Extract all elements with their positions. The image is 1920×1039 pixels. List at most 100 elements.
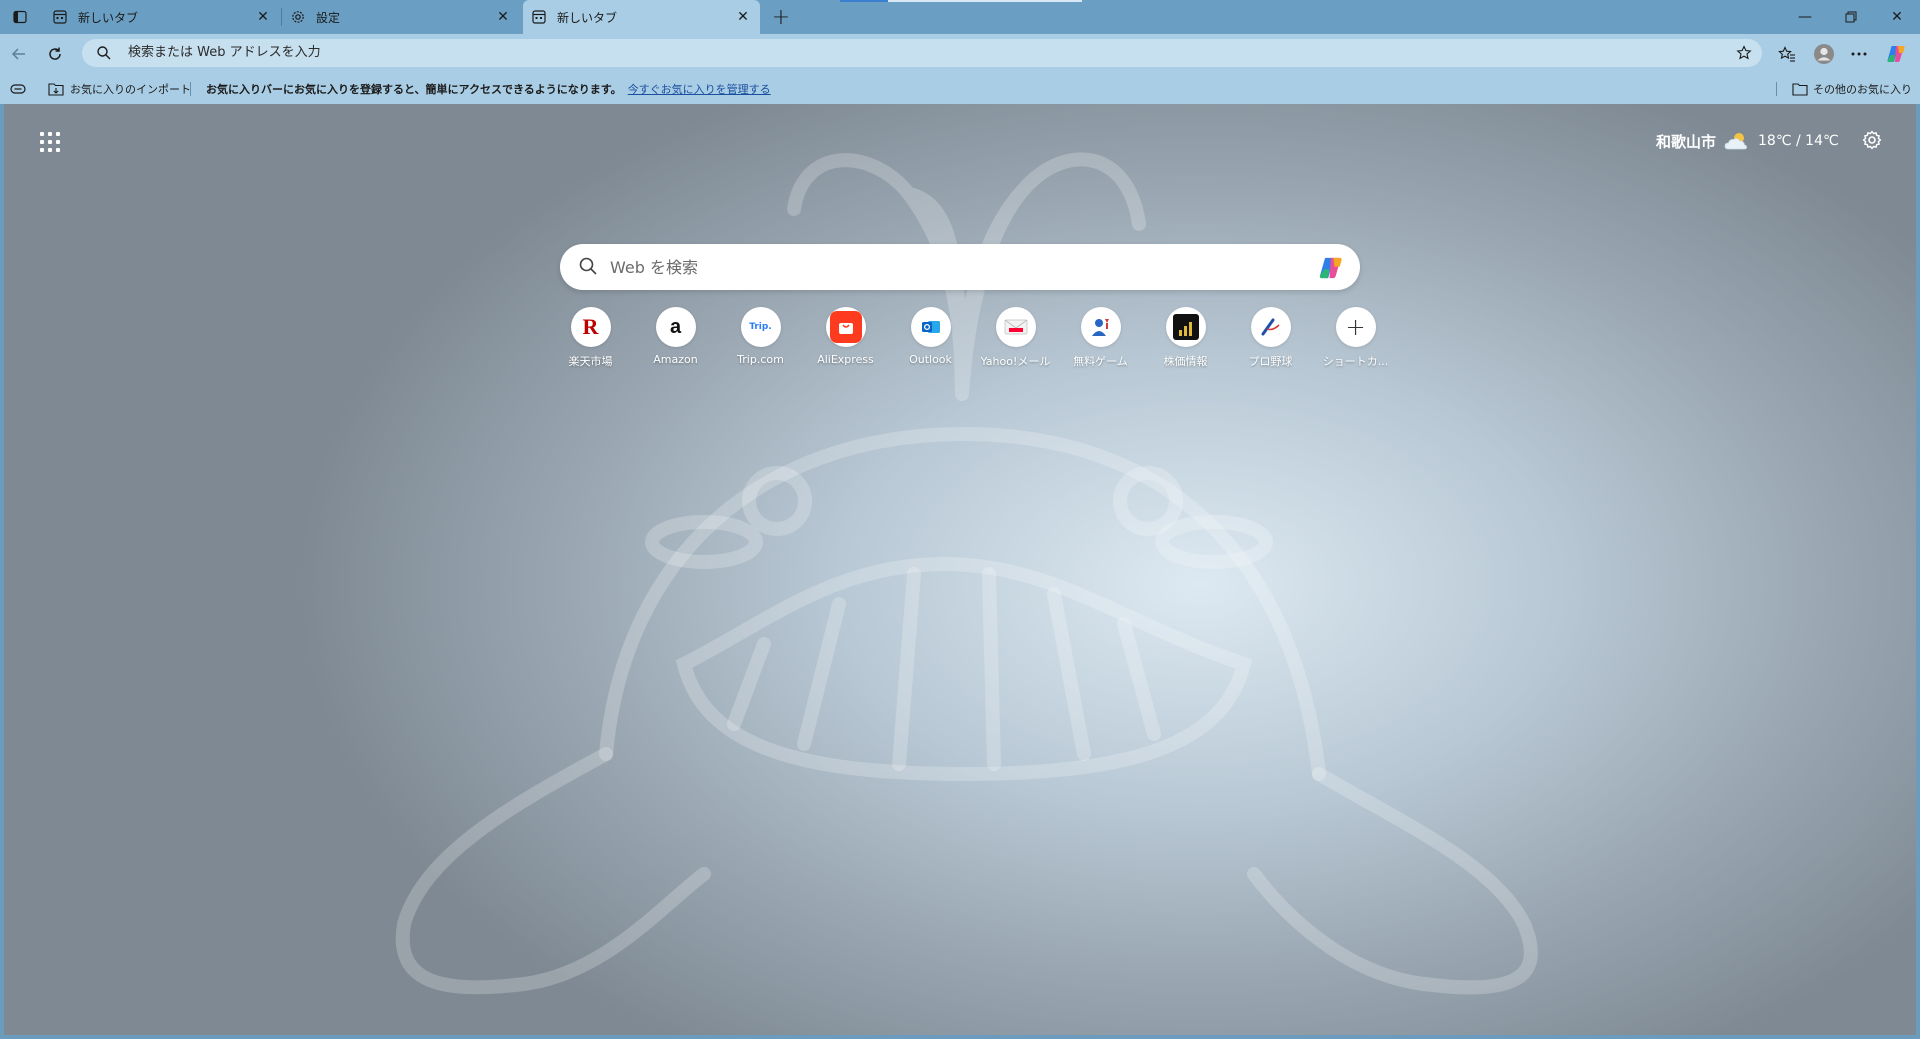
shortcut-games[interactable]: 無料ゲーム [1058,307,1143,373]
add-shortcut-button[interactable]: + ショートカ... [1313,307,1398,373]
tab-settings[interactable]: 設定 ✕ [282,0,520,34]
folder-icon [1792,83,1808,96]
minimize-icon: — [1798,9,1812,25]
tab-title: 新しいタブ [557,10,618,25]
grid-dot [40,140,44,144]
apps-launcher-button[interactable] [34,126,62,154]
import-favorites-label: お気に入りのインポート [70,83,191,96]
grid-dot [56,132,60,136]
other-favorites-label: その他のお気に入り [1813,83,1912,96]
other-favorites-button[interactable]: その他のお気に入り [1792,74,1912,104]
grid-dot [56,140,60,144]
bookmarks-divider [190,82,191,96]
copilot-icon[interactable] [1318,254,1346,282]
search-icon [97,46,111,60]
reading-view-button[interactable] [10,74,26,104]
tab-actions-icon [13,10,27,24]
page-settings-button[interactable] [1858,126,1886,154]
more-icon [1851,52,1867,56]
plus-icon: + [771,4,791,30]
shortcut-label: 楽天市場 [568,355,613,368]
close-icon[interactable]: ✕ [494,8,512,26]
star-icon [1736,45,1752,60]
baseball-icon [1250,307,1291,347]
shortcut-label: Trip.com [737,353,784,366]
quick-links: R 楽天市場 a Amazon Trip. Trip.com AliExpres… [548,307,1388,373]
yahoo-mail-icon [995,307,1036,347]
grid-dot [48,148,52,152]
avatar [1814,44,1834,64]
shortcut-trip[interactable]: Trip. Trip.com [718,307,803,373]
tab-new-tab-1[interactable]: 新しいタブ ✕ [44,0,280,34]
restore-button[interactable] [1828,0,1874,34]
toolbar: 検索または Web アドレスを入力 [0,34,1920,74]
restore-icon [1845,11,1857,23]
tab-title: 新しいタブ [78,10,139,25]
refresh-icon [49,47,61,60]
shortcut-baseball[interactable]: プロ野球 [1228,307,1313,373]
amazon-icon: a [655,307,696,347]
address-bar-placeholder: 検索または Web アドレスを入力 [128,45,321,60]
add-shortcut-icon: + [1335,307,1376,347]
more-options-button[interactable] [1846,41,1872,67]
gear-icon [1862,130,1882,150]
copilot-button[interactable] [1884,41,1910,67]
shortcut-stocks[interactable]: 株価情報 [1143,307,1228,373]
address-bar[interactable]: 検索または Web アドレスを入力 [82,39,1762,67]
shortcut-label: AliExpress [817,353,874,366]
back-arrow-icon [11,48,25,60]
shortcut-outlook[interactable]: Outlook [888,307,973,373]
shortcut-label: 株価情報 [1163,355,1208,368]
shortcut-label: Amazon [653,353,698,366]
search-icon [579,257,597,275]
bookmarks-bar: お気に入りのインポート お気に入りバーにお気に入りを登録すると、簡単にアクセスで… [0,74,1920,104]
outlook-icon [910,307,951,347]
games-icon [1080,307,1121,347]
minimize-button[interactable]: — [1782,0,1828,34]
weather-temperature: 18℃ / 14℃ [1758,133,1839,149]
favorites-button[interactable] [1774,41,1800,67]
weather-city: 和歌山市 [1656,132,1717,151]
favorites-icon [1778,46,1795,62]
newtab-icon [52,9,68,25]
close-icon[interactable]: ✕ [254,8,272,26]
tab-actions-button[interactable] [8,6,32,28]
copilot-icon [1887,46,1905,62]
grid-dot [48,132,52,136]
new-tab-button[interactable]: + [768,4,794,30]
grid-dot [48,140,52,144]
tab-strip: 新しいタブ ✕ 設定 ✕ 新しいタブ ✕ + — ✕ [0,0,1920,34]
partly-cloudy-icon [1724,133,1747,150]
reading-icon [10,84,26,94]
tab-scroll-indicator [840,0,888,2]
shortcut-label: Yahoo!メール [980,355,1051,368]
tab-new-tab-active[interactable]: 新しいタブ ✕ [523,0,760,34]
trip-icon: Trip. [740,307,781,347]
shortcut-rakuten[interactable]: R 楽天市場 [548,307,633,373]
new-tab-page: 和歌山市 18℃ / 14℃ R 楽天市場 a Amazon Trip. Tri… [4,104,1916,1035]
back-button[interactable] [6,41,32,67]
web-search-input[interactable] [610,244,1290,290]
import-favorites-button[interactable]: お気に入りのインポート [48,74,191,104]
shortcut-aliexpress[interactable]: AliExpress [803,307,888,373]
grid-dot [40,148,44,152]
shortcut-amazon[interactable]: a Amazon [633,307,718,373]
manage-favorites-link[interactable]: 今すぐお気に入りを管理する [628,81,771,97]
close-window-button[interactable]: ✕ [1874,0,1920,34]
bookmarks-message: お気に入りバーにお気に入りを登録すると、簡単にアクセスできるようになります。 今… [206,74,771,104]
refresh-button[interactable] [42,41,68,67]
profile-button[interactable] [1811,41,1837,67]
bookmarks-message-text: お気に入りバーにお気に入りを登録すると、簡単にアクセスできるようになります。 [206,83,622,96]
add-favorite-button[interactable] [1734,43,1754,63]
weather-widget[interactable]: 和歌山市 18℃ / 14℃ [1656,126,1839,156]
shortcut-label: Outlook [909,353,952,366]
shortcut-yahoo-mail[interactable]: Yahoo!メール [973,307,1058,373]
web-search-box[interactable] [560,244,1360,290]
rakuten-icon: R [570,307,611,347]
gear-icon [290,9,306,25]
aliexpress-icon [825,307,866,347]
stocks-icon [1165,307,1206,347]
close-icon[interactable]: ✕ [734,8,752,26]
shortcut-label: ショートカ... [1322,355,1389,368]
grid-dot [56,148,60,152]
